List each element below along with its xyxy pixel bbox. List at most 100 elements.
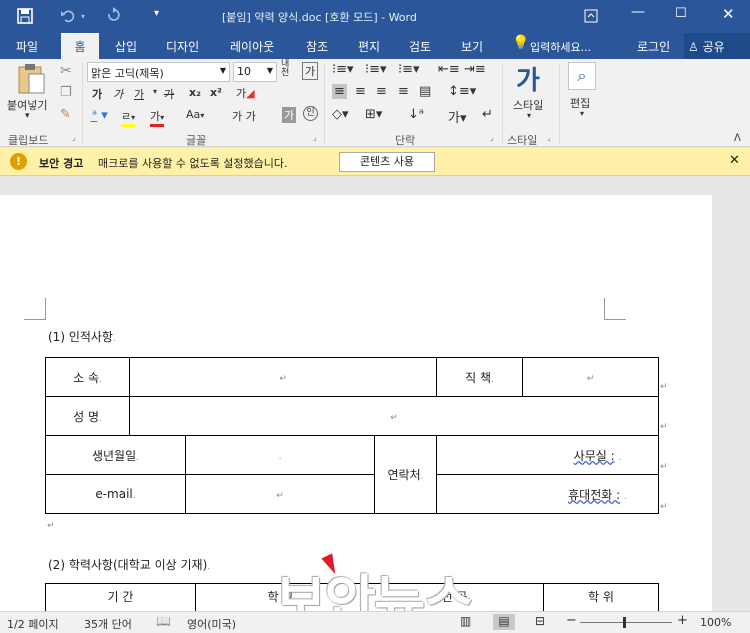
bold-button[interactable]: 가 [92,86,102,102]
tab-insert[interactable]: 삽입 [115,38,137,55]
login-button[interactable]: 로그인 [637,38,670,55]
tab-mailings[interactable]: 편지 [358,38,380,55]
word-count[interactable]: 35개 단어 [84,616,132,632]
align-right-icon[interactable]: ≡ [376,84,387,99]
bullets-icon[interactable]: ⁝≡▾ [332,62,354,77]
redo-icon[interactable] [106,7,122,23]
shading-icon[interactable]: ◇▾ [332,107,349,122]
email-value-cell[interactable]: ↵ [185,474,375,514]
maximize-icon[interactable]: ☐ [675,6,687,21]
font-launcher-icon[interactable]: ⌟ [313,133,317,142]
line-spacing-icon[interactable]: ↕≡▾ [448,84,476,99]
underline-dropdown-icon[interactable]: ▾ [153,87,157,96]
office-cell[interactable]: 사무실 : . [436,435,659,475]
grow-shrink-icon[interactable]: 가 가 [232,108,256,124]
zoom-level[interactable]: 100% [700,616,731,629]
tab-layout[interactable]: 레이아웃 [230,38,274,55]
close-icon[interactable]: ✕ [722,5,735,23]
ribbon-display-icon[interactable] [584,9,598,23]
enclosed-char-icon[interactable]: 인 [303,106,318,121]
italic-button[interactable]: 가 [113,86,123,102]
decrease-indent-icon[interactable]: ⇤≡ [438,62,460,77]
justify-icon[interactable]: ≡ [398,84,409,99]
cut-icon[interactable]: ✂ [60,63,72,79]
web-layout-icon[interactable]: ⊟ [535,614,545,628]
tell-me-input[interactable]: 입력하세요... [530,39,591,55]
align-left-icon[interactable]: ≡ [332,84,347,99]
distributed-icon[interactable]: ▤ [419,84,431,99]
clear-format-icon[interactable]: 가◢ [236,85,255,101]
highlighter-icon: ㄹ [121,110,132,123]
highlight-button[interactable]: ㄹ▾ [121,108,136,127]
enable-content-button[interactable]: 콘텐츠 사용 [339,152,435,172]
undo-dropdown-icon[interactable]: ▾ [81,12,85,21]
format-painter-icon[interactable]: ✎ [60,107,71,122]
align-center-icon[interactable]: ≡ [355,84,366,99]
undo-icon[interactable] [60,8,76,24]
read-mode-icon[interactable]: ▥ [460,614,471,628]
education-header-period: 기 간 [45,583,196,611]
zoom-slider[interactable] [580,622,672,623]
affiliation-value-cell[interactable]: ↵ [129,357,437,397]
birth-value-cell[interactable]: . [185,435,375,475]
font-size-select[interactable]: 10 ▼ [233,62,277,82]
mobile-cell[interactable]: 휴대전화 : . [436,474,659,514]
borders-icon[interactable]: ⊞▾ [365,107,382,122]
paste-icon[interactable] [16,62,46,96]
asian-layout-icon[interactable]: 가▾ [448,107,467,126]
zoom-out-icon[interactable]: − [566,613,577,628]
print-layout-icon[interactable]: ▤ [493,614,515,630]
grow-font-icon[interactable]: 내천 [281,60,289,78]
affiliation-label-cell: 소 속. [45,357,130,397]
font-name-select[interactable]: 맑은 고딕(제목) ▼ [87,62,230,82]
vertical-scrollbar[interactable] [714,177,728,611]
sort-icon[interactable]: ↓ᵃ [408,107,424,122]
char-shading-icon[interactable]: 가 [282,107,297,123]
tab-home[interactable]: 홈 [61,33,99,59]
save-icon[interactable] [17,8,33,24]
paragraph-launcher-icon[interactable]: ⌟ [490,133,494,142]
proofing-icon[interactable]: 📖 [156,614,171,628]
document-area: (1) 인적사항. 소 속. ↵ 직 책. ↵ 성 명. ↵ 생년월일. . 연… [0,177,750,611]
multilevel-list-icon[interactable]: ⁝≡▾ [398,62,420,77]
zoom-in-icon[interactable]: + [677,613,688,628]
strikethrough-button[interactable]: 가 [164,86,174,102]
contact-label-cell: 연락처. [374,435,437,514]
styles-launcher-icon[interactable]: ⌟ [547,133,551,142]
share-button[interactable]: ♙ 공유 [684,33,750,59]
copy-icon[interactable]: ❐ [60,85,72,100]
birth-label-cell: 생년월일. [45,435,186,475]
page-count[interactable]: 1/2 페이지 [7,616,59,632]
char-border-icon[interactable]: 가 [302,62,319,80]
paste-dropdown-icon[interactable]: ▾ [25,111,30,121]
font-color-button[interactable]: 가▾ [150,108,165,127]
search-icon[interactable]: ⌕ [568,62,596,90]
tab-references[interactable]: 참조 [306,38,328,55]
chevron-down-icon[interactable]: ▾ [580,109,584,118]
tab-view[interactable]: 보기 [461,38,483,55]
position-value-cell[interactable]: ↵ [522,357,659,397]
collapse-ribbon-icon[interactable]: ᐱ [734,133,741,144]
text-effect-icon[interactable]: ᵃ̲ ▾ [92,108,108,123]
minimize-icon[interactable]: — [631,4,645,20]
zoom-slider-thumb[interactable] [623,617,626,628]
name-value-cell[interactable]: ↵ [129,396,659,436]
tab-design[interactable]: 디자인 [166,38,199,55]
numbering-icon[interactable]: ⁝≡▾ [365,62,387,77]
tab-file[interactable]: 파일 [16,38,38,55]
tab-review[interactable]: 검토 [409,38,431,55]
clipboard-launcher-icon[interactable]: ⌟ [72,133,76,142]
superscript-button[interactable]: x² [210,86,222,99]
show-marks-icon[interactable]: ↵ [482,107,493,122]
subscript-button[interactable]: x₂ [189,86,201,99]
increase-indent-icon[interactable]: ⇥≡ [464,62,486,77]
document-page[interactable]: (1) 인적사항. 소 속. ↵ 직 책. ↵ 성 명. ↵ 생년월일. . 연… [0,195,712,611]
underline-button[interactable]: 가 [134,86,144,102]
change-case-button[interactable]: Aa▾ [186,108,204,121]
close-icon[interactable]: ✕ [729,153,740,168]
chevron-down-icon[interactable]: ▾ [527,111,531,120]
customize-icon[interactable]: ▾ [154,8,159,19]
styles-icon[interactable]: 가 [516,60,540,97]
language[interactable]: 영어(미국) [187,616,236,632]
status-bar: 1/2 페이지 35개 단어 📖 영어(미국) ▥ ▤ ⊟ − + 100% [0,611,750,633]
